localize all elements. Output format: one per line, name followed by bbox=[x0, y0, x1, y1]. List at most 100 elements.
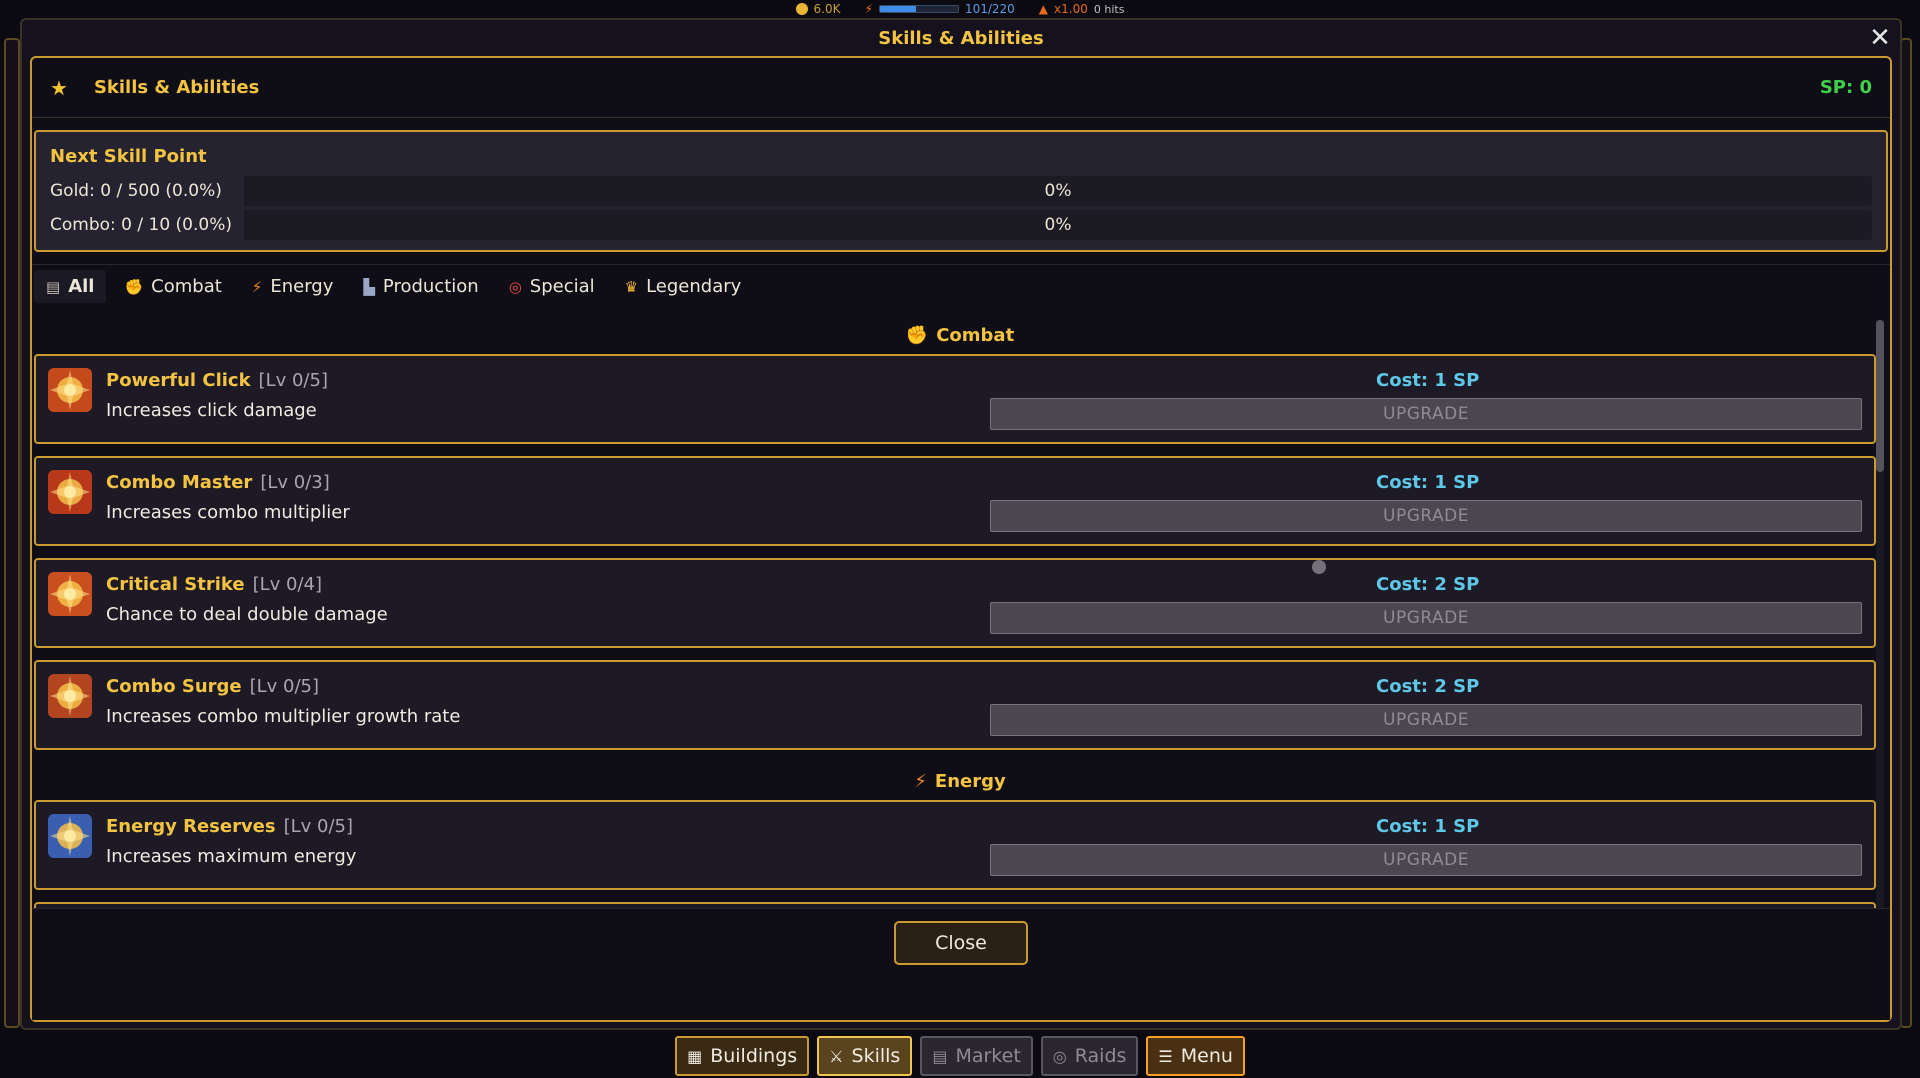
mouse-cursor bbox=[1312, 560, 1326, 574]
skill-level: [Lv 0/5] bbox=[283, 816, 354, 837]
tab-production[interactable]: ▙ Production bbox=[351, 270, 490, 303]
star-icon: ★ bbox=[50, 75, 68, 100]
skill-level: [Lv 0/4] bbox=[252, 574, 323, 595]
section-heading: ⚡ Energy bbox=[34, 762, 1886, 800]
swords-icon: ⚔ bbox=[829, 1046, 844, 1066]
tab-energy[interactable]: ⚡ Energy bbox=[240, 270, 346, 303]
battery-icon bbox=[48, 814, 92, 858]
surge-icon bbox=[48, 674, 92, 718]
skill-name: Combo Surge bbox=[106, 676, 242, 697]
gold-value: 6.0K bbox=[813, 2, 841, 16]
tab-combat[interactable]: ✊ Combat bbox=[112, 270, 233, 303]
status-strip: 6.0K ⚡ 101/220 ▲ x1.00 0 hits bbox=[0, 0, 1920, 18]
skill-name-row: Critical Strike [Lv 0/4] bbox=[106, 574, 322, 595]
multiplier-stat: ▲ x1.00 0 hits bbox=[1039, 2, 1125, 16]
nav-menu-button[interactable]: ☰ Menu bbox=[1146, 1036, 1245, 1076]
burst-icon bbox=[48, 368, 92, 412]
upgrade-button[interactable]: UPGRADE bbox=[990, 398, 1862, 430]
nav-buildings-button[interactable]: ▦ Buildings bbox=[675, 1036, 810, 1076]
skill-name: Energy Reserves bbox=[106, 816, 276, 837]
skill-cost: Cost: 2 SP bbox=[1376, 574, 1480, 595]
close-button[interactable]: Close bbox=[894, 921, 1028, 965]
tab-label: Special bbox=[529, 276, 595, 297]
combo-progress-label: Combo: 0 / 10 (0.0%) bbox=[50, 215, 232, 235]
skill-card: Combo Surge [Lv 0/5] Increases combo multi… bbox=[34, 660, 1876, 750]
skill-cost: Cost: 1 SP bbox=[1376, 370, 1480, 391]
tab-legendary[interactable]: ♛ Legendary bbox=[613, 270, 754, 303]
skill-name-row: Energy Reserves [Lv 0/5] bbox=[106, 816, 353, 837]
skill-description: Chance to deal double damage bbox=[106, 604, 388, 625]
modal-footer: Close bbox=[32, 908, 1890, 1020]
scrollbar-thumb[interactable] bbox=[1876, 320, 1884, 472]
combo-progress-bar: 0% bbox=[244, 210, 1872, 240]
skill-name: Powerful Click bbox=[106, 370, 251, 391]
scrollbar[interactable] bbox=[1876, 320, 1884, 910]
coin-icon bbox=[795, 3, 808, 15]
upgrade-button[interactable]: UPGRADE bbox=[990, 844, 1862, 876]
skill-description: Increases combo multiplier growth rate bbox=[106, 706, 461, 727]
skill-cost: Cost: 1 SP bbox=[1376, 816, 1480, 837]
building-icon: ▦ bbox=[687, 1046, 703, 1066]
panel-header: ★ Skills & Abilities SP: 0 bbox=[32, 58, 1890, 118]
tab-all[interactable]: ▤ All bbox=[34, 270, 107, 303]
flexed-arm-icon: ✊ bbox=[905, 324, 929, 346]
hamburger-icon: ☰ bbox=[1158, 1046, 1173, 1066]
skills-modal: Skills & Abilities ✕ ★ Skills & Abilitie… bbox=[20, 18, 1902, 1030]
panel-title: Skills & Abilities bbox=[93, 77, 260, 98]
close-icon[interactable]: ✕ bbox=[1866, 24, 1894, 52]
tab-label: Combat bbox=[151, 276, 222, 297]
skill-card: Combo Master [Lv 0/3] Increases combo mult… bbox=[34, 456, 1876, 546]
upgrade-button[interactable]: UPGRADE bbox=[990, 500, 1862, 532]
tab-label: All bbox=[68, 276, 95, 297]
lightning-icon: ⚡ bbox=[864, 2, 873, 16]
energy-bar bbox=[878, 5, 959, 13]
bottom-navigation: ▦ Buildings ⚔ Skills ▤ Market ◎ Raids ☰ Menu bbox=[0, 1036, 1920, 1078]
nav-label: Menu bbox=[1180, 1045, 1233, 1067]
section-heading: ✊ Combat bbox=[34, 316, 1886, 354]
skill-description: Increases click damage bbox=[106, 400, 317, 421]
flexed-arm-icon: ✊ bbox=[124, 277, 144, 296]
skills-panel: ★ Skills & Abilities SP: 0 Next Skill Po… bbox=[30, 56, 1892, 1022]
hits-value: 0 hits bbox=[1093, 2, 1125, 16]
nav-label: Skills bbox=[851, 1045, 901, 1067]
gold-progress-label: Gold: 0 / 500 (0.0%) bbox=[50, 181, 222, 201]
skill-name-row: Combo Master [Lv 0/3] bbox=[106, 472, 330, 493]
upgrade-button[interactable]: UPGRADE bbox=[990, 602, 1862, 634]
progress-heading: Next Skill Point bbox=[50, 146, 207, 167]
lightning-icon: ⚡ bbox=[914, 770, 927, 792]
clipboard-icon: ▤ bbox=[46, 277, 61, 296]
modal-titlebar: Skills & Abilities ✕ bbox=[22, 20, 1900, 56]
market-icon: ▤ bbox=[932, 1046, 948, 1066]
energy-value: 101/220 bbox=[964, 2, 1015, 16]
flame-icon: ▲ bbox=[1038, 2, 1049, 16]
skill-name: Critical Strike bbox=[106, 574, 245, 595]
left-sidebar-edge bbox=[4, 38, 20, 1028]
combo-progress-row: Combo: 0 / 10 (0.0%) 0% bbox=[50, 208, 1872, 242]
skill-name: Combo Master bbox=[106, 472, 253, 493]
flame-fist-icon bbox=[48, 470, 92, 514]
nav-label: Raids bbox=[1074, 1045, 1127, 1067]
skill-name-row: Powerful Click [Lv 0/5] bbox=[106, 370, 328, 391]
nav-market-button[interactable]: ▤ Market bbox=[920, 1036, 1033, 1076]
category-tabs: ▤ All ✊ Combat ⚡ Energy ▙ Production ◎ S… bbox=[32, 264, 1890, 308]
nav-skills-button[interactable]: ⚔ Skills bbox=[817, 1036, 913, 1076]
gold-progress-row: Gold: 0 / 500 (0.0%) 0% bbox=[50, 174, 1872, 208]
skills-list[interactable]: ✊ Combat Powerful Click [Lv 0/5] Increases c… bbox=[34, 316, 1886, 910]
nav-raids-button[interactable]: ◎ Raids bbox=[1040, 1036, 1139, 1076]
gold-progress-bar: 0% bbox=[244, 176, 1872, 206]
nav-label: Buildings bbox=[710, 1045, 798, 1067]
tab-special[interactable]: ◎ Special bbox=[497, 270, 607, 303]
factory-icon: ▙ bbox=[363, 277, 375, 296]
skill-points-counter: SP: 0 bbox=[1819, 77, 1872, 98]
skill-description: Increases combo multiplier bbox=[106, 502, 350, 523]
skill-description: Increases maximum energy bbox=[106, 846, 357, 867]
skill-card: Energy Reserves [Lv 0/5] Increases maximum… bbox=[34, 800, 1876, 890]
crown-icon: ♛ bbox=[624, 277, 639, 296]
upgrade-button[interactable]: UPGRADE bbox=[990, 704, 1862, 736]
gold-stat: 6.0K bbox=[795, 2, 841, 16]
skill-card: Critical Strike [Lv 0/4] Chance to deal do… bbox=[34, 558, 1876, 648]
tab-label: Legendary bbox=[646, 276, 742, 297]
skill-level: [Lv 0/3] bbox=[260, 472, 330, 493]
crossed-swords-icon bbox=[48, 572, 92, 616]
target-icon: ◎ bbox=[1052, 1046, 1067, 1066]
